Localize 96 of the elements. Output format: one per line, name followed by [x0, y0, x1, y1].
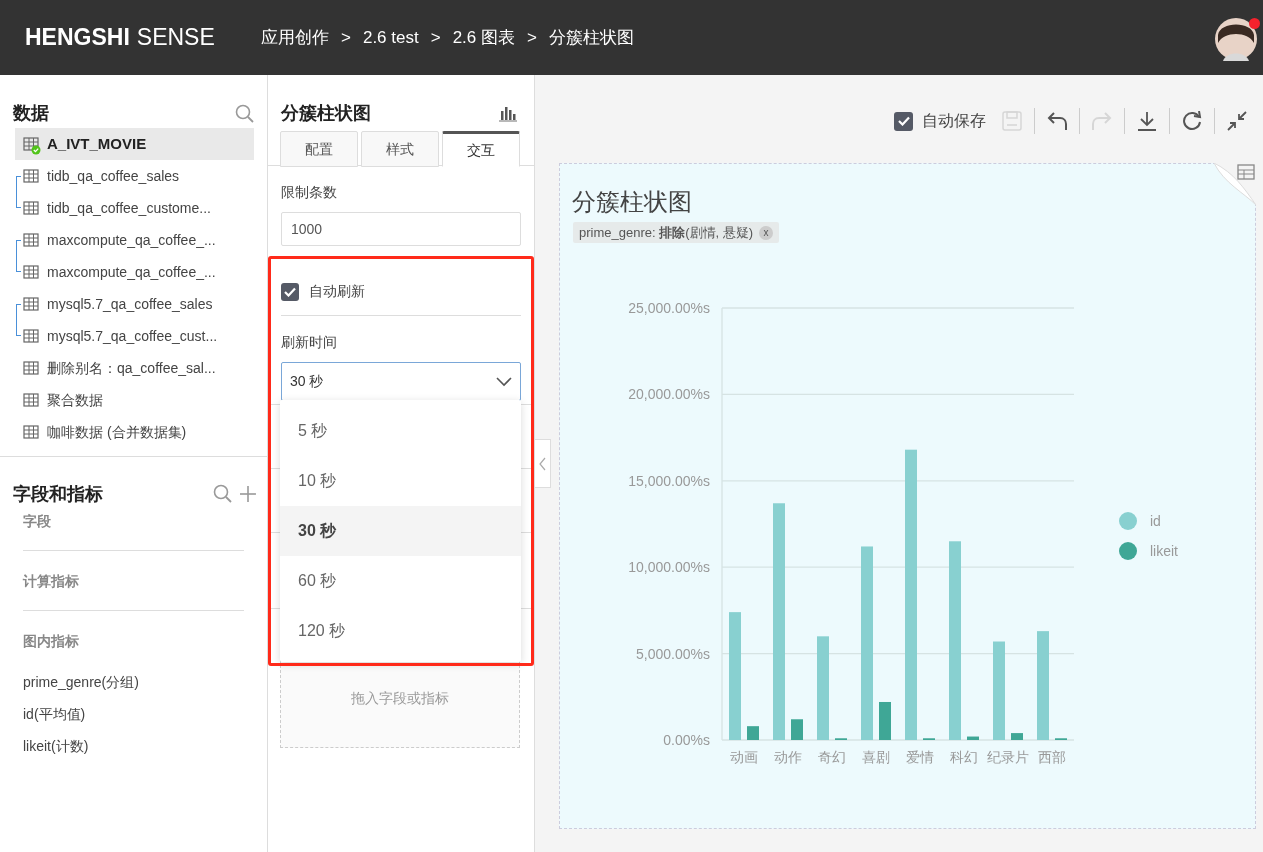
axis-label: 西部	[1038, 749, 1066, 765]
field-item[interactable]: prime_genre(分组)	[23, 666, 244, 698]
field-item[interactable]: id(平均值)	[23, 698, 244, 730]
limit-input[interactable]: 1000	[281, 212, 521, 246]
refresh-select[interactable]: 30 秒	[281, 362, 521, 401]
bar[interactable]	[879, 702, 891, 740]
close-button[interactable]: x	[759, 225, 774, 240]
bar[interactable]	[905, 449, 917, 740]
dropdown-option[interactable]: 5 秒	[280, 406, 521, 456]
axis-label: 动作	[774, 749, 802, 765]
axis-label: 纪录片	[987, 749, 1029, 765]
breadcrumb-link[interactable]: 2.6 test	[362, 24, 419, 51]
bar[interactable]	[949, 541, 961, 740]
bar[interactable]	[729, 612, 741, 740]
tab[interactable]: 配置	[280, 131, 358, 167]
checkmark-icon	[897, 116, 910, 126]
filter-tag[interactable]: prime_genre: 排除(剧情, 悬疑) x	[573, 222, 780, 243]
dataset-item[interactable]: tidb_qa_coffee_sales	[15, 160, 254, 192]
legend-dot[interactable]	[1119, 542, 1137, 560]
logo-text: SENSE	[136, 23, 215, 53]
checkbox-label: 自动保存	[922, 111, 986, 131]
group-connector	[16, 176, 21, 208]
dataset-item[interactable]: maxcompute_qa_coffee_...	[15, 256, 254, 288]
checkbox-label: 自动刷新	[309, 282, 365, 301]
bar[interactable]	[1011, 733, 1023, 740]
bar[interactable]	[967, 736, 979, 740]
axis-label: 20,000.00%s	[628, 386, 710, 403]
legend-dot[interactable]	[1119, 512, 1137, 530]
axis-label: 动画	[730, 749, 758, 765]
field-item[interactable]: likeit(计数)	[23, 730, 244, 762]
dataset-item[interactable]: 咖啡数据 (合并数据集)	[15, 416, 254, 448]
dataset-item[interactable]: 聚合数据	[15, 384, 254, 416]
axis-label: 喜剧	[862, 749, 890, 765]
breadcrumb-separator: >	[527, 26, 537, 49]
group-connector	[16, 240, 21, 272]
tab[interactable]: 样式	[361, 131, 439, 167]
axis-label: 爱情	[906, 749, 934, 765]
breadcrumb-separator: >	[430, 26, 441, 49]
axis-label: 0.00%s	[663, 732, 710, 748]
checkmark-icon	[284, 286, 296, 297]
collapse-icon	[1227, 111, 1247, 131]
refresh-icon	[1182, 111, 1202, 131]
dropdown-option[interactable]: 30 秒	[280, 506, 521, 556]
checkbox[interactable]	[894, 111, 913, 131]
field-label: 刷新时间	[281, 333, 338, 352]
axis-label: 10,000.00%s	[628, 559, 710, 576]
section-heading: 字段	[23, 512, 52, 531]
save-icon	[1002, 111, 1022, 131]
dataset-item[interactable]: 删除别名：qa_coffee_sal...	[15, 352, 254, 384]
axis-label: 奇幻	[818, 749, 846, 765]
undo-icon	[1047, 111, 1067, 131]
dataset-item[interactable]: mysql5.7_qa_coffee_cust...	[15, 320, 254, 352]
logo-text: HENGSHI	[25, 23, 130, 53]
chevron-left-icon	[539, 456, 546, 471]
search-icon[interactable]	[213, 484, 233, 504]
bar[interactable]	[993, 641, 1005, 740]
panel-title: 数据	[13, 102, 49, 125]
dataset-item[interactable]: mysql5.7_qa_coffee_sales	[15, 288, 254, 320]
bar[interactable]	[791, 719, 803, 740]
tab[interactable]: 交互	[442, 131, 520, 167]
dataset-item[interactable]: tidb_qa_coffee_custome...	[15, 192, 254, 224]
breadcrumb-link[interactable]: 2.6 图表	[452, 24, 515, 51]
section-heading: 图内指标	[23, 632, 80, 651]
group-connector	[16, 304, 21, 336]
chevron-down-icon	[496, 376, 512, 387]
axis-label: 25,000.00%s	[628, 300, 710, 316]
chart-title: 分簇柱状图	[572, 187, 692, 217]
dropdown-option[interactable]: 10 秒	[280, 456, 521, 506]
dropdown-option[interactable]: 60 秒	[280, 556, 521, 606]
panel-title: 分簇柱状图	[281, 101, 371, 125]
axis-label: 5,000.00%s	[636, 645, 710, 662]
search-icon[interactable]	[235, 103, 255, 124]
collapse-handle[interactable]	[534, 439, 551, 488]
panel-title: 字段和指标	[13, 482, 103, 506]
plus-icon[interactable]	[239, 485, 257, 503]
bar[interactable]	[817, 636, 829, 740]
bar[interactable]	[773, 503, 785, 740]
page-curl-icon[interactable]	[1214, 163, 1256, 205]
axis-label: 15,000.00%s	[628, 472, 710, 489]
field-label: 限制条数	[281, 183, 338, 202]
download-icon	[1137, 111, 1157, 131]
redo-icon	[1092, 111, 1112, 131]
table-check-icon	[23, 137, 41, 155]
avatar[interactable]	[1214, 17, 1258, 61]
bar[interactable]	[1037, 631, 1049, 740]
dataset-item[interactable]: A_IVT_MOVIE	[15, 128, 254, 160]
bar-chart-icon[interactable]	[498, 104, 518, 122]
axis-label: 科幻	[950, 749, 978, 765]
breadcrumb-link[interactable]: 分簇柱状图	[548, 24, 634, 51]
dataset-item[interactable]: maxcompute_qa_coffee_...	[15, 224, 254, 256]
checkbox[interactable]	[281, 282, 299, 301]
breadcrumb-link[interactable]: 应用创作	[261, 24, 329, 51]
breadcrumb-separator: >	[341, 26, 351, 49]
bar[interactable]	[861, 546, 873, 740]
bar[interactable]	[747, 726, 759, 740]
section-heading: 计算指标	[23, 572, 80, 591]
